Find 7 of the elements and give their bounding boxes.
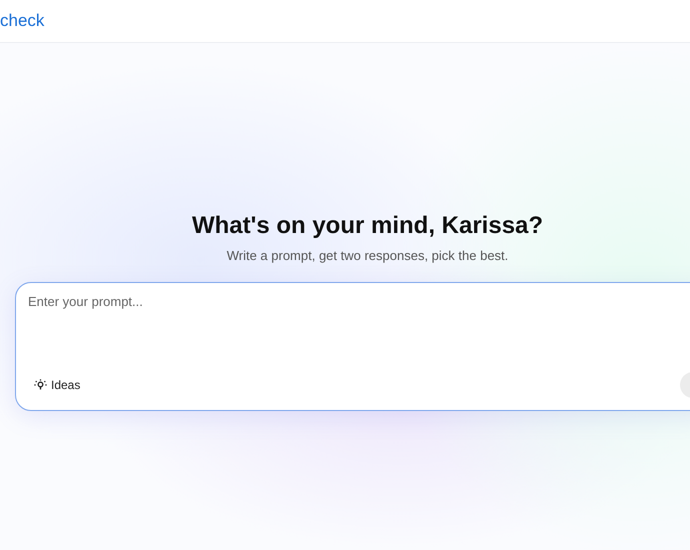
prompt-field[interactable]: Enter your prompt... — [28, 294, 690, 372]
prompt-box[interactable]: Enter your prompt... Ideas — [15, 282, 690, 411]
lightbulb-icon — [34, 378, 47, 392]
page-heading: What's on your mind, Karissa? — [192, 212, 544, 240]
subtitle: Write a prompt, get two responses, pick the best. — [226, 248, 508, 263]
ideas-button[interactable]: Ideas — [28, 376, 86, 394]
logo-text[interactable]: check — [0, 11, 44, 31]
